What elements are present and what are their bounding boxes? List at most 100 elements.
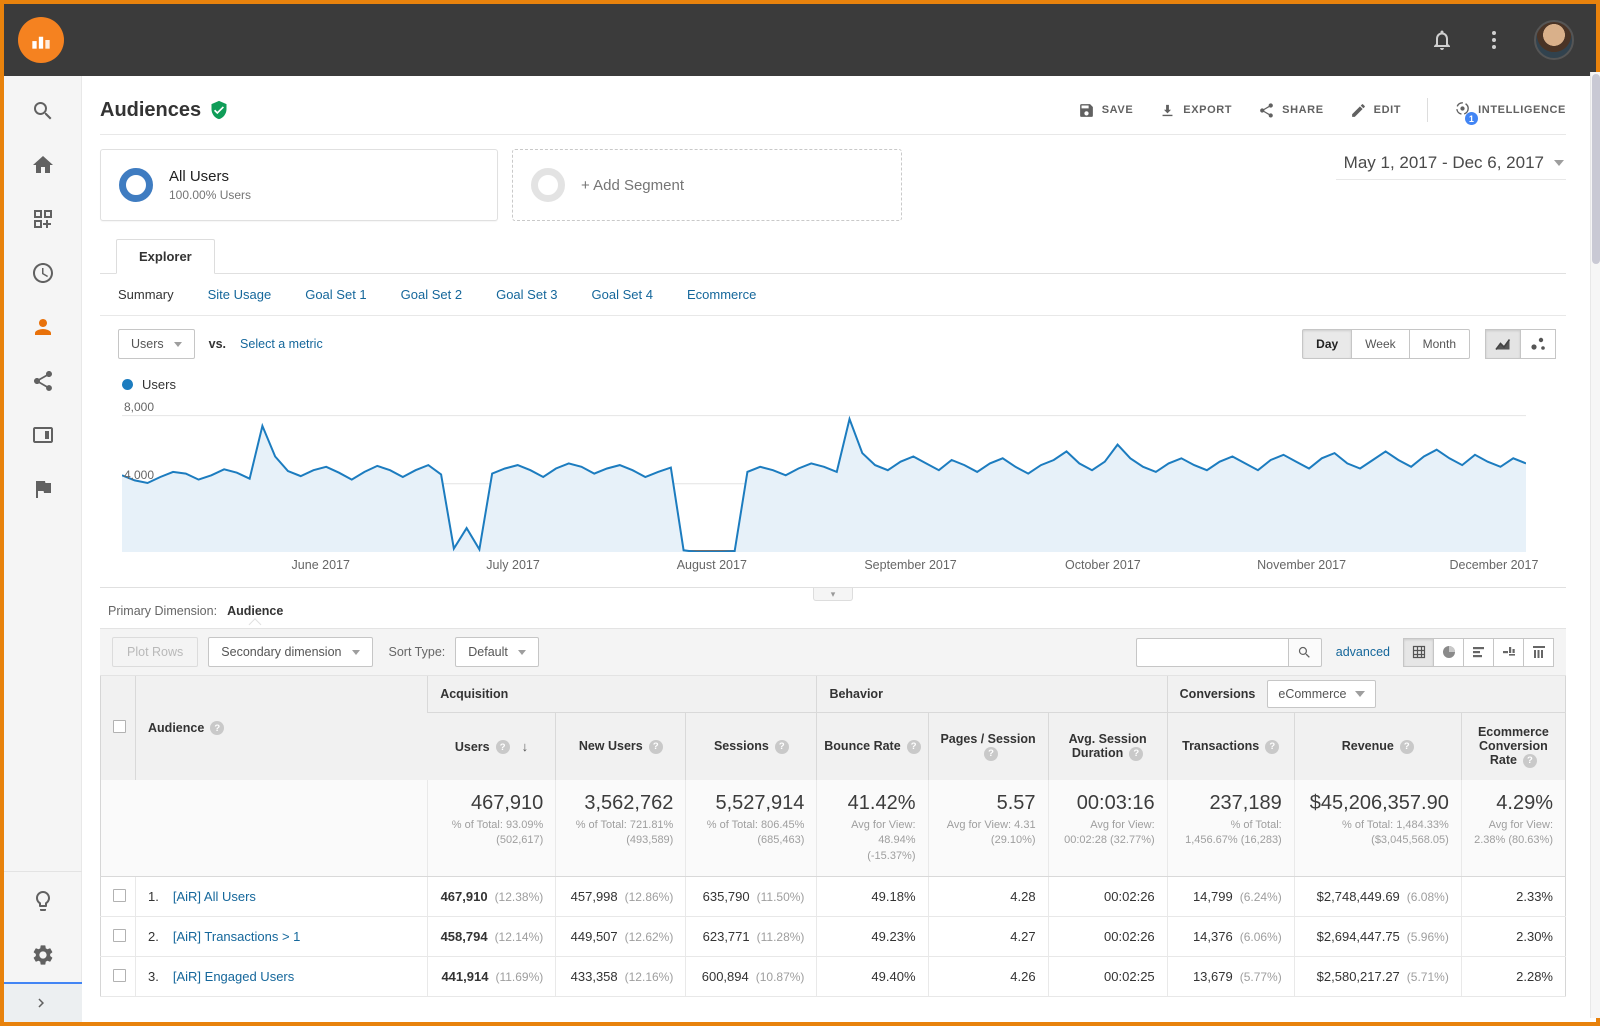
segment-name: All Users [169, 168, 251, 185]
granularity-month[interactable]: Month [1409, 329, 1470, 359]
row-checkbox-cell [101, 917, 136, 957]
save-button[interactable]: SAVE [1078, 102, 1134, 119]
granularity-week[interactable]: Week [1351, 329, 1409, 359]
granularity-day[interactable]: Day [1302, 329, 1352, 359]
help-icon[interactable]: ? [649, 740, 663, 754]
explorer-nav-goal-set-1[interactable]: Goal Set 1 [305, 287, 366, 302]
vertical-scrollbar[interactable] [1590, 72, 1600, 1018]
table-search-input[interactable] [1136, 638, 1288, 667]
explorer-nav-goal-set-4[interactable]: Goal Set 4 [592, 287, 653, 302]
performance-bars-view-icon[interactable] [1463, 638, 1494, 667]
audience-segment-link[interactable]: [AiR] Transactions > 1 [173, 929, 301, 944]
secondary-dimension-dropdown[interactable]: Secondary dimension [208, 637, 372, 667]
share-button[interactable]: SHARE [1258, 102, 1324, 119]
sidebar-customization-icon[interactable] [4, 192, 82, 246]
select-all-checkbox[interactable] [113, 720, 126, 733]
help-icon[interactable]: ? [496, 740, 510, 754]
pivot-view-icon[interactable] [1523, 638, 1554, 667]
help-icon[interactable]: ? [1400, 740, 1414, 754]
plot-rows-button[interactable]: Plot Rows [112, 637, 198, 667]
help-icon[interactable]: ? [984, 747, 998, 761]
notifications-bell-icon[interactable] [1430, 28, 1454, 52]
explorer-nav-ecommerce[interactable]: Ecommerce [687, 287, 756, 302]
row-checkbox[interactable] [113, 969, 126, 982]
table-view-icon[interactable] [1403, 638, 1434, 667]
explorer-nav-goal-set-2[interactable]: Goal Set 2 [401, 287, 462, 302]
edit-button[interactable]: EDIT [1350, 102, 1401, 119]
explorer-nav-goal-set-3[interactable]: Goal Set 3 [496, 287, 557, 302]
audience-segment-link[interactable]: [AiR] All Users [173, 889, 256, 904]
audience-segment-link[interactable]: [AiR] Engaged Users [173, 969, 294, 984]
cell-bounce-rate: 49.23% [817, 917, 928, 957]
explorer-nav-summary[interactable]: Summary [118, 287, 174, 302]
report-main: Audiences SAVE EXPORT SHARE ED [82, 76, 1596, 1022]
comparison-view-icon[interactable] [1493, 638, 1524, 667]
x-axis-labels: June 2017July 2017August 2017September 2… [122, 554, 1526, 578]
sidebar-discover-lightbulb-icon[interactable] [4, 874, 82, 928]
col-header-bounce-rate[interactable]: Bounce Rate? [817, 712, 928, 780]
primary-dimension-label: Primary Dimension: [108, 604, 217, 618]
help-icon[interactable]: ? [210, 721, 224, 735]
add-segment-button[interactable]: + Add Segment [512, 149, 902, 221]
audience-column-header[interactable]: Audience? [136, 676, 428, 780]
totals-sub-value: Avg for View: 4.31 (29.10%) [941, 818, 1036, 849]
percentage-pie-view-icon[interactable] [1433, 638, 1464, 667]
date-range-selector[interactable]: May 1, 2017 - Dec 6, 2017 [1336, 153, 1566, 180]
col-header-pages-session[interactable]: Pages / Session? [928, 712, 1048, 780]
scrollbar-thumb[interactable] [1592, 74, 1600, 264]
select-metric-link[interactable]: Select a metric [240, 337, 323, 351]
sidebar-collapse-chevron-icon[interactable] [4, 982, 82, 1022]
sidebar-behavior-icon[interactable] [4, 408, 82, 462]
col-header-revenue[interactable]: Revenue? [1294, 712, 1461, 780]
export-button[interactable]: EXPORT [1159, 102, 1232, 119]
col-header-new-users[interactable]: New Users? [556, 712, 686, 780]
motion-chart-toggle-icon[interactable] [1520, 329, 1556, 359]
cell-ecommerce-conversion-rate: 2.33% [1461, 877, 1565, 917]
explorer-nav-site-usage[interactable]: Site Usage [208, 287, 272, 302]
page-title: Audiences [100, 99, 229, 122]
sidebar-realtime-clock-icon[interactable] [4, 246, 82, 300]
row-rank: 3. [148, 969, 159, 984]
search-button[interactable] [1288, 638, 1322, 667]
row-checkbox[interactable] [113, 889, 126, 902]
analytics-logo-icon[interactable] [18, 17, 64, 63]
col-header-avg-session-duration[interactable]: Avg. Session Duration? [1048, 712, 1167, 780]
row-checkbox[interactable] [113, 929, 126, 942]
help-icon[interactable]: ? [1265, 740, 1279, 754]
segment-all-users[interactable]: All Users 100.00% Users [100, 149, 498, 221]
sidebar-home-icon[interactable] [4, 138, 82, 192]
help-icon[interactable]: ? [775, 740, 789, 754]
sidebar-audience-icon[interactable] [4, 300, 82, 354]
col-header-transactions[interactable]: Transactions? [1167, 712, 1294, 780]
help-icon[interactable]: ? [1129, 747, 1143, 761]
annotations-drawer-toggle[interactable]: ▾ [813, 588, 853, 601]
col-header-ecommerce-conversion-rate[interactable]: Ecommerce Conversion Rate? [1461, 712, 1565, 780]
help-icon[interactable]: ? [1523, 754, 1537, 768]
col-header-sessions[interactable]: Sessions? [686, 712, 817, 780]
conversions-type-dropdown[interactable]: eCommerce [1267, 680, 1376, 708]
line-chart-toggle-icon[interactable] [1485, 329, 1521, 359]
sort-type-dropdown[interactable]: Default [455, 637, 539, 667]
tab-explorer[interactable]: Explorer [116, 239, 215, 274]
explorer-tabbar: Explorer [100, 239, 1566, 274]
cell-value: 49.40% [871, 969, 915, 984]
primary-dimension-value[interactable]: Audience [227, 604, 283, 618]
users-line-chart[interactable]: 8,0004,000 [122, 402, 1526, 552]
sidebar-admin-gear-icon[interactable] [4, 928, 82, 982]
cell-sessions: 600,894(10.87%) [686, 957, 817, 997]
cell-percent: (12.62%) [625, 930, 674, 944]
sidebar-acquisition-icon[interactable] [4, 354, 82, 408]
actions-divider [1427, 98, 1428, 122]
user-avatar[interactable] [1534, 20, 1574, 60]
sidebar-conversions-flag-icon[interactable] [4, 462, 82, 516]
intelligence-button[interactable]: 1 INTELLIGENCE [1454, 100, 1566, 120]
col-header-label: Ecommerce Conversion Rate [1478, 725, 1549, 767]
totals-sub-value: Avg for View: 2.38% (80.63%) [1474, 818, 1553, 849]
totals-main-value: 3,562,762 [568, 792, 673, 815]
more-options-kebab-icon[interactable] [1482, 28, 1506, 52]
col-header-users[interactable]: Users?↓ [428, 712, 556, 780]
sidebar-search-icon[interactable] [4, 84, 82, 138]
advanced-filter-link[interactable]: advanced [1336, 645, 1390, 659]
help-icon[interactable]: ? [907, 740, 921, 754]
metric-selector-dropdown[interactable]: Users [118, 329, 195, 359]
